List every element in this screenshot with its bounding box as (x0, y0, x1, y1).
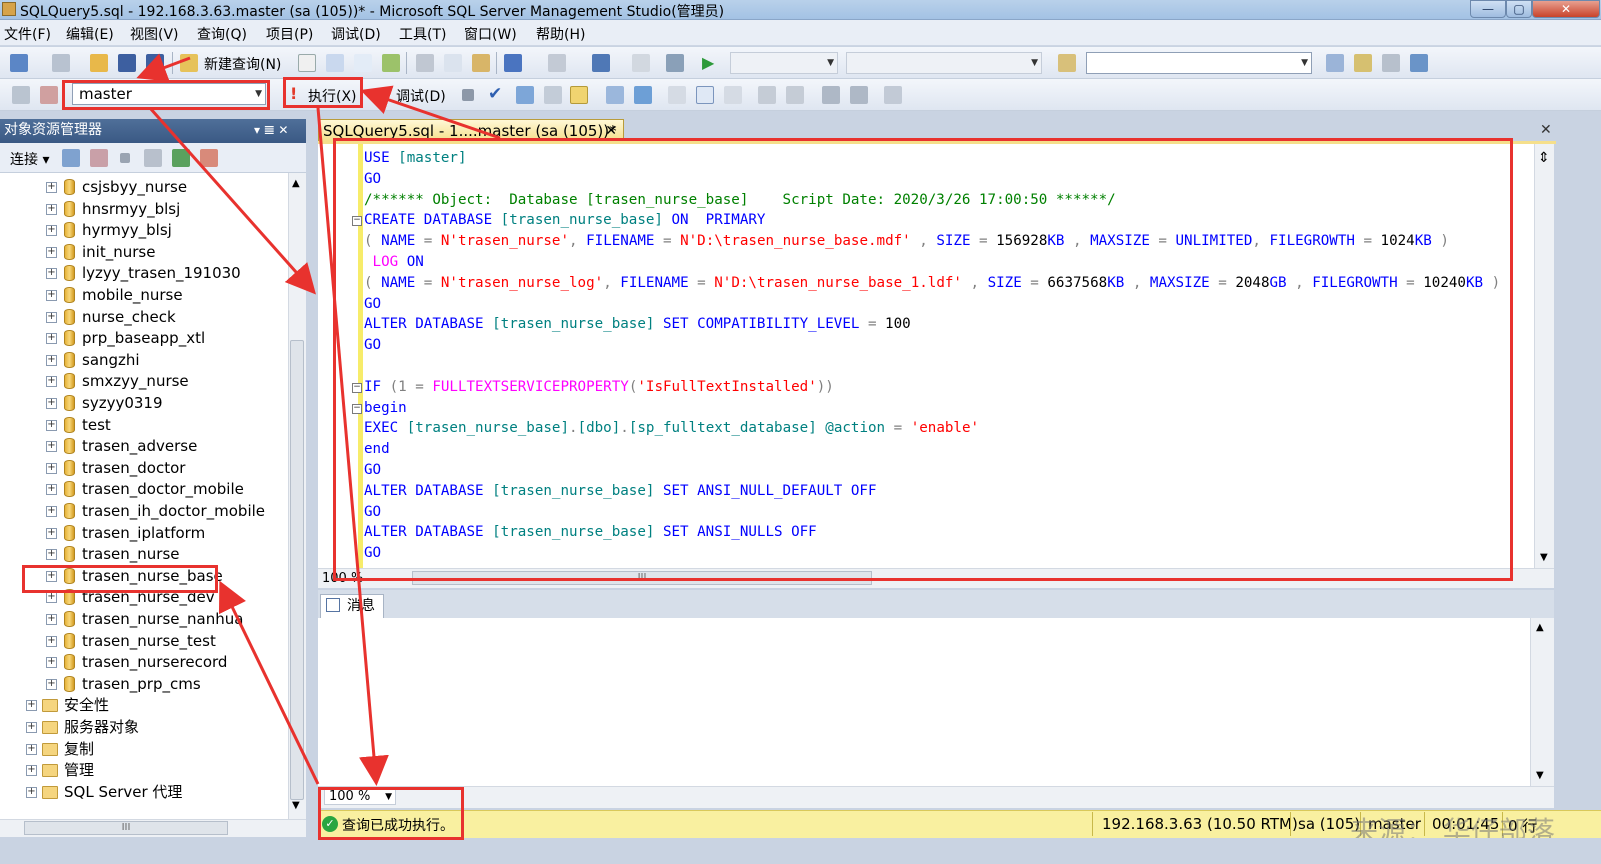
annotation-arrows (136, 53, 501, 786)
arrow-to-new-query (136, 53, 191, 82)
arrow-result-to-node (218, 580, 320, 785)
arrow-db-to-editor (148, 107, 316, 295)
arrow-execute-to-result (316, 107, 389, 786)
arrow-editor-to-execute (360, 85, 501, 140)
